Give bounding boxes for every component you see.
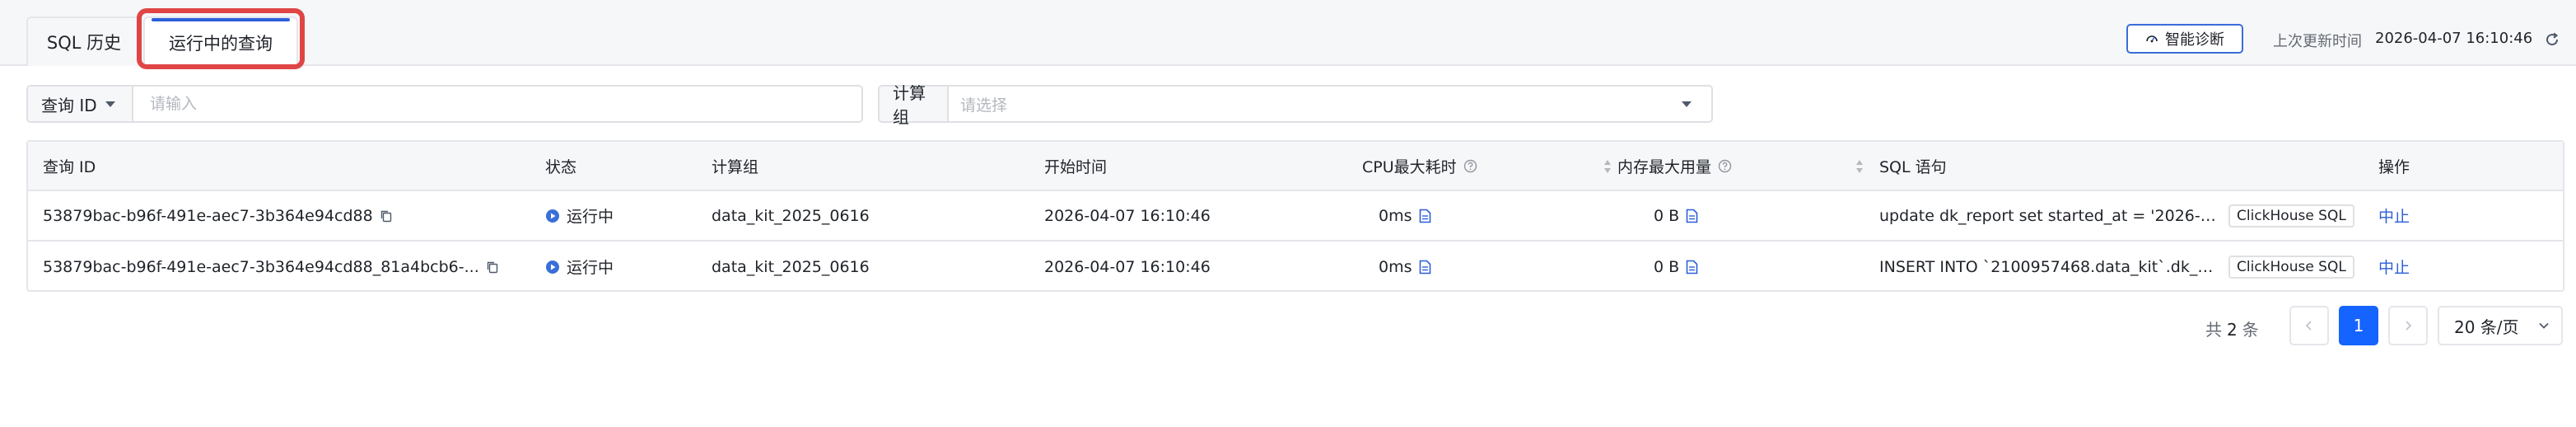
sql-cell: INSERT INTO `2100957468.data_kit`.dk_re.… bbox=[1879, 242, 2354, 292]
query-id-type-select[interactable]: 查询 ID bbox=[28, 87, 133, 121]
operation-cell: 中止 bbox=[2378, 191, 2410, 240]
query-id-cell: 53879bac-b96f-491e-aec7-3b364e94cd88_81a… bbox=[43, 242, 499, 292]
cpu-cell: 0ms bbox=[1379, 242, 1431, 292]
state-cell: 运行中 bbox=[545, 242, 614, 292]
start-time-cell: 2026-04-07 16:10:46 bbox=[1044, 206, 1211, 225]
compute-group-prefix: 计算组 bbox=[880, 83, 949, 127]
sort-cpu-icon[interactable] bbox=[1603, 158, 1612, 175]
document-icon[interactable] bbox=[1419, 209, 1431, 223]
chevron-left-icon bbox=[2305, 321, 2312, 331]
sql-dialect-tag: ClickHouse SQL bbox=[2228, 204, 2354, 228]
column-header-sql: SQL 语句 bbox=[1879, 157, 1947, 176]
running-play-icon bbox=[546, 260, 559, 274]
column-header-state: 状态 bbox=[545, 157, 577, 176]
cpu-cell: 0ms bbox=[1379, 191, 1431, 240]
smart-diagnose-label: 智能诊断 bbox=[2165, 31, 2224, 49]
sort-memory-icon[interactable] bbox=[1855, 158, 1864, 175]
top-tab-bar: SQL 历史 运行中的查询 智能诊断 上次更新时间 2026-04-07 16:… bbox=[0, 0, 2576, 69]
next-page-button[interactable] bbox=[2388, 306, 2428, 345]
sql-text[interactable]: update dk_report set started_at = '2026-… bbox=[1879, 207, 2217, 225]
memory-value: 0 B bbox=[1654, 257, 1680, 276]
abort-link[interactable]: 中止 bbox=[2378, 204, 2410, 227]
cpu-value: 0ms bbox=[1379, 257, 1412, 276]
query-id-text: 53879bac-b96f-491e-aec7-3b364e94cd88_81a… bbox=[43, 257, 479, 276]
table-row: 53879bac-b96f-491e-aec7-3b364e94cd88 运行中… bbox=[28, 191, 2563, 242]
state-cell: 运行中 bbox=[545, 191, 614, 240]
page-size-select[interactable]: 20 条/页 bbox=[2438, 306, 2563, 345]
running-queries-table: 查询 ID 状态 计算组 开始时间 CPU最大耗时 内存最大用量 SQL 语句 … bbox=[26, 140, 2564, 292]
query-id-filter: 查询 ID bbox=[26, 85, 863, 123]
help-circle-icon[interactable] bbox=[1718, 159, 1732, 173]
compute-group-prefix-label: 计算组 bbox=[893, 83, 926, 127]
tab-sql-history[interactable]: SQL 历史 bbox=[26, 16, 142, 66]
compute-group-filter: 计算组 请选择 bbox=[878, 83, 1713, 127]
total-prefix: 共 bbox=[2205, 320, 2222, 340]
column-header-cpu-label: CPU最大耗时 bbox=[1362, 157, 1457, 176]
start-time-cell: 2026-04-07 16:10:46 bbox=[1044, 257, 1211, 276]
sql-cell: update dk_report set started_at = '2026-… bbox=[1879, 191, 2354, 240]
memory-cell: 0 B bbox=[1654, 191, 1698, 240]
current-page-number: 1 bbox=[2353, 316, 2364, 336]
sql-text[interactable]: INSERT INTO `2100957468.data_kit`.dk_re.… bbox=[1879, 258, 2217, 276]
chevron-down-icon bbox=[2539, 322, 2549, 329]
help-circle-icon[interactable] bbox=[1463, 159, 1477, 173]
total-number: 2 bbox=[2227, 320, 2238, 340]
column-header-memory: 内存最大用量 bbox=[1617, 142, 1732, 190]
copy-icon[interactable] bbox=[486, 260, 499, 274]
caret-down-icon[interactable] bbox=[1682, 101, 1692, 107]
column-header-memory-label: 内存最大用量 bbox=[1617, 157, 1712, 176]
smart-diagnose-button[interactable]: 智能诊断 bbox=[2126, 24, 2243, 54]
running-play-icon bbox=[546, 209, 559, 223]
compute-group-cell: data_kit_2025_0616 bbox=[712, 206, 870, 225]
sql-dialect-tag: ClickHouse SQL bbox=[2228, 255, 2354, 279]
copy-icon[interactable] bbox=[380, 209, 393, 223]
gauge-icon bbox=[2146, 35, 2158, 43]
table-header: 查询 ID 状态 计算组 开始时间 CPU最大耗时 内存最大用量 SQL 语句 … bbox=[28, 142, 2563, 191]
refresh-icon[interactable] bbox=[2544, 31, 2560, 48]
column-header-start-time: 开始时间 bbox=[1044, 157, 1108, 176]
memory-cell: 0 B bbox=[1654, 242, 1698, 292]
total-suffix: 条 bbox=[2242, 320, 2259, 340]
caret-down-icon bbox=[105, 101, 115, 107]
tab-sql-history-label: SQL 历史 bbox=[46, 33, 122, 53]
compute-group-cell: data_kit_2025_0616 bbox=[712, 257, 870, 276]
tab-running-queries-label: 运行中的查询 bbox=[169, 34, 273, 54]
chevron-right-icon bbox=[2406, 321, 2412, 331]
tab-running-queries[interactable]: 运行中的查询 bbox=[143, 16, 298, 68]
document-icon[interactable] bbox=[1419, 260, 1431, 274]
page-button-current[interactable]: 1 bbox=[2339, 306, 2378, 345]
column-header-compute-group: 计算组 bbox=[712, 157, 759, 176]
document-icon[interactable] bbox=[1686, 209, 1698, 223]
cpu-value: 0ms bbox=[1379, 206, 1412, 225]
query-id-cell: 53879bac-b96f-491e-aec7-3b364e94cd88 bbox=[43, 191, 393, 240]
page-size-value: 20 条/页 bbox=[2454, 317, 2519, 337]
column-header-cpu: CPU最大耗时 bbox=[1362, 142, 1477, 190]
column-header-query-id: 查询 ID bbox=[43, 157, 96, 176]
compute-group-select[interactable]: 请选择 bbox=[949, 93, 1682, 115]
abort-link[interactable]: 中止 bbox=[2378, 256, 2410, 278]
operation-cell: 中止 bbox=[2378, 242, 2410, 292]
query-id-text: 53879bac-b96f-491e-aec7-3b364e94cd88 bbox=[43, 206, 373, 225]
document-icon[interactable] bbox=[1686, 260, 1698, 274]
total-count: 共2条 bbox=[2205, 317, 2259, 340]
memory-value: 0 B bbox=[1654, 206, 1680, 225]
last-update-label: 上次更新时间 bbox=[2273, 33, 2362, 50]
query-id-input[interactable] bbox=[133, 87, 861, 121]
state-text: 运行中 bbox=[567, 208, 614, 226]
last-update-time: 2026-04-07 16:10:46 bbox=[2375, 30, 2533, 47]
column-header-operation: 操作 bbox=[2378, 157, 2410, 176]
table-row: 53879bac-b96f-491e-aec7-3b364e94cd88_81a… bbox=[28, 242, 2563, 292]
query-id-type-label: 查询 ID bbox=[41, 95, 97, 115]
prev-page-button[interactable] bbox=[2289, 306, 2329, 345]
state-text: 运行中 bbox=[567, 259, 614, 277]
